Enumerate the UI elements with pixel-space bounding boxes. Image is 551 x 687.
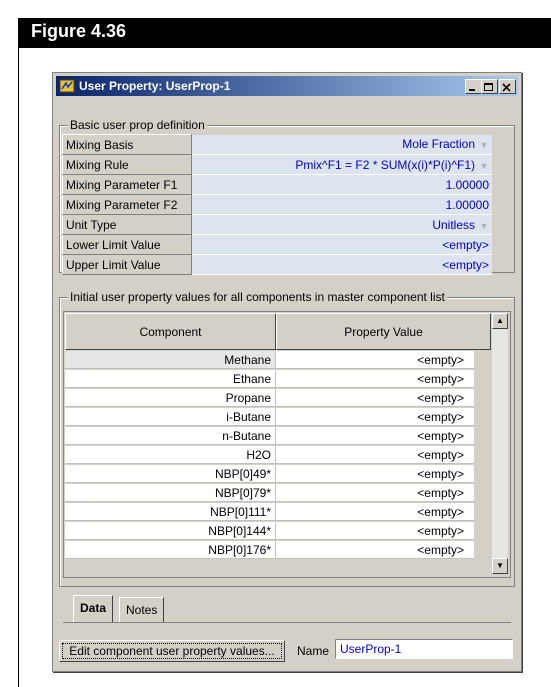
tab-strip-divider — [63, 622, 511, 623]
prop-label: Lower Limit Value — [62, 234, 192, 255]
dropdown-arrow-icon[interactable]: ▼ — [479, 221, 489, 231]
window-title: User Property: UserProp-1 — [79, 79, 231, 93]
arrow-up-icon: ▲ — [496, 316, 504, 325]
prop-value: 1.00000 — [445, 197, 489, 212]
property-value-cell[interactable]: <empty> — [276, 541, 474, 559]
table-row[interactable]: NBP[0]49* <empty> — [65, 465, 491, 484]
prop-label: Upper Limit Value — [62, 254, 192, 275]
table-row[interactable]: NBP[0]176* <empty> — [65, 541, 491, 560]
maximize-button[interactable] — [481, 79, 498, 94]
property-value-cell[interactable]: <empty> — [276, 484, 474, 502]
component-name: H2O — [65, 446, 276, 464]
arrow-down-icon: ▼ — [496, 561, 504, 570]
table-row[interactable]: NBP[0]144* <empty> — [65, 522, 491, 541]
basic-definition-legend: Basic user prop definition — [68, 118, 207, 132]
component-column-header[interactable]: Component — [65, 313, 276, 350]
prop-value: Pmix^F1 = F2 * SUM(x(i)*P(i)^F1) — [295, 157, 475, 172]
table-row[interactable]: Methane <empty> — [65, 351, 491, 370]
mixing-rule-dropdown[interactable]: Pmix^F1 = F2 * SUM(x(i)*P(i)^F1) ▼ — [191, 154, 492, 175]
app-icon — [59, 79, 75, 93]
upper-limit-field[interactable]: <empty> — [191, 254, 492, 275]
table-row[interactable]: Ethane <empty> — [65, 370, 491, 389]
minimize-button[interactable] — [465, 79, 482, 94]
user-property-window: User Property: UserProp-1 Basic user pro… — [52, 72, 522, 672]
prop-row[interactable]: Mixing Parameter F2 1.00000 — [62, 194, 492, 215]
prop-row[interactable]: Mixing Basis Mole Fraction ▼ — [62, 134, 492, 155]
property-value-cell[interactable]: <empty> — [276, 522, 474, 540]
property-value-cell[interactable]: <empty> — [276, 503, 474, 521]
unit-type-dropdown[interactable]: Unitless ▼ — [191, 214, 492, 235]
tab-notes[interactable]: Notes — [119, 597, 165, 622]
dropdown-arrow-icon[interactable]: ▼ — [479, 161, 489, 171]
dropdown-arrow-icon[interactable]: ▼ — [479, 140, 489, 150]
component-name: n-Butane — [65, 427, 276, 445]
figure-title: Figure 4.36 — [31, 21, 127, 41]
property-value-cell[interactable]: <empty> — [276, 351, 474, 369]
component-name: NBP[0]111* — [65, 503, 276, 521]
name-label: Name — [297, 644, 330, 658]
component-name: NBP[0]79* — [65, 484, 276, 502]
table-row[interactable]: NBP[0]79* <empty> — [65, 484, 491, 503]
prop-value: 1.00000 — [445, 177, 489, 192]
figure-header: Figure 4.36 — [18, 18, 551, 48]
maximize-icon — [484, 83, 493, 91]
component-name: NBP[0]144* — [65, 522, 276, 540]
edit-component-values-button[interactable]: Edit component user property values... — [59, 640, 285, 662]
table-row[interactable]: Propane <empty> — [65, 389, 491, 408]
vertical-scrollbar[interactable]: ▲ ▼ — [492, 313, 508, 574]
property-value-cell[interactable]: <empty> — [276, 427, 474, 445]
component-name: Ethane — [65, 370, 276, 388]
close-icon — [502, 83, 511, 92]
table-row[interactable]: NBP[0]111* <empty> — [65, 503, 491, 522]
prop-label: Mixing Parameter F2 — [62, 194, 192, 215]
property-value-cell[interactable]: <empty> — [276, 370, 474, 388]
property-value-cell[interactable]: <empty> — [276, 446, 474, 464]
mixing-parameter-f1-field[interactable]: 1.00000 — [191, 174, 492, 195]
table-row[interactable]: i-Butane <empty> — [65, 408, 491, 427]
table-row[interactable]: n-Butane <empty> — [65, 427, 491, 446]
close-button[interactable] — [499, 79, 516, 94]
tab-data[interactable]: Data — [73, 595, 114, 622]
component-rows: Methane <empty> Ethane <empty> Propane <emp… — [65, 351, 491, 560]
name-field[interactable] — [335, 639, 513, 659]
prop-label: Mixing Parameter F1 — [62, 174, 192, 195]
mixing-basis-dropdown[interactable]: Mole Fraction ▼ — [191, 134, 492, 155]
prop-row[interactable]: Lower Limit Value <empty> — [62, 234, 492, 255]
prop-value: <empty> — [442, 257, 489, 272]
prop-value: <empty> — [442, 237, 489, 252]
figure-left-border — [18, 48, 19, 687]
title-bar[interactable]: User Property: UserProp-1 — [56, 76, 518, 96]
prop-label: Mixing Basis — [62, 134, 192, 155]
mixing-parameter-f2-field[interactable]: 1.00000 — [191, 194, 492, 215]
components-grid: Component Property Value Methane <empty> … — [63, 311, 511, 578]
property-value-cell[interactable]: <empty> — [276, 465, 474, 483]
prop-label: Mixing Rule — [62, 154, 192, 175]
component-name: NBP[0]176* — [65, 541, 276, 559]
component-name: NBP[0]49* — [65, 465, 276, 483]
component-name: Propane — [65, 389, 276, 407]
minimize-icon — [469, 89, 475, 91]
prop-value: Mole Fraction — [402, 137, 475, 152]
prop-value: Unitless — [432, 217, 475, 232]
component-name: Methane — [65, 351, 276, 369]
prop-row[interactable]: Unit Type Unitless ▼ — [62, 214, 492, 235]
prop-row[interactable]: Upper Limit Value <empty> — [62, 254, 492, 275]
lower-limit-field[interactable]: <empty> — [191, 234, 492, 255]
component-name: i-Butane — [65, 408, 276, 426]
property-value-cell[interactable]: <empty> — [276, 408, 474, 426]
scroll-up-button[interactable]: ▲ — [492, 313, 508, 329]
prop-row[interactable]: Mixing Rule Pmix^F1 = F2 * SUM(x(i)*P(i)… — [62, 154, 492, 175]
scroll-down-button[interactable]: ▼ — [492, 558, 508, 574]
property-value-column-header[interactable]: Property Value — [276, 313, 491, 350]
basic-definition-table: Mixing Basis Mole Fraction ▼ Mixing Rule … — [62, 134, 492, 275]
prop-row[interactable]: Mixing Parameter F1 1.00000 — [62, 174, 492, 195]
table-row[interactable]: H2O <empty> — [65, 446, 491, 465]
components-legend: Initial user property values for all com… — [68, 290, 447, 304]
prop-label: Unit Type — [62, 214, 192, 235]
property-value-cell[interactable]: <empty> — [276, 389, 474, 407]
